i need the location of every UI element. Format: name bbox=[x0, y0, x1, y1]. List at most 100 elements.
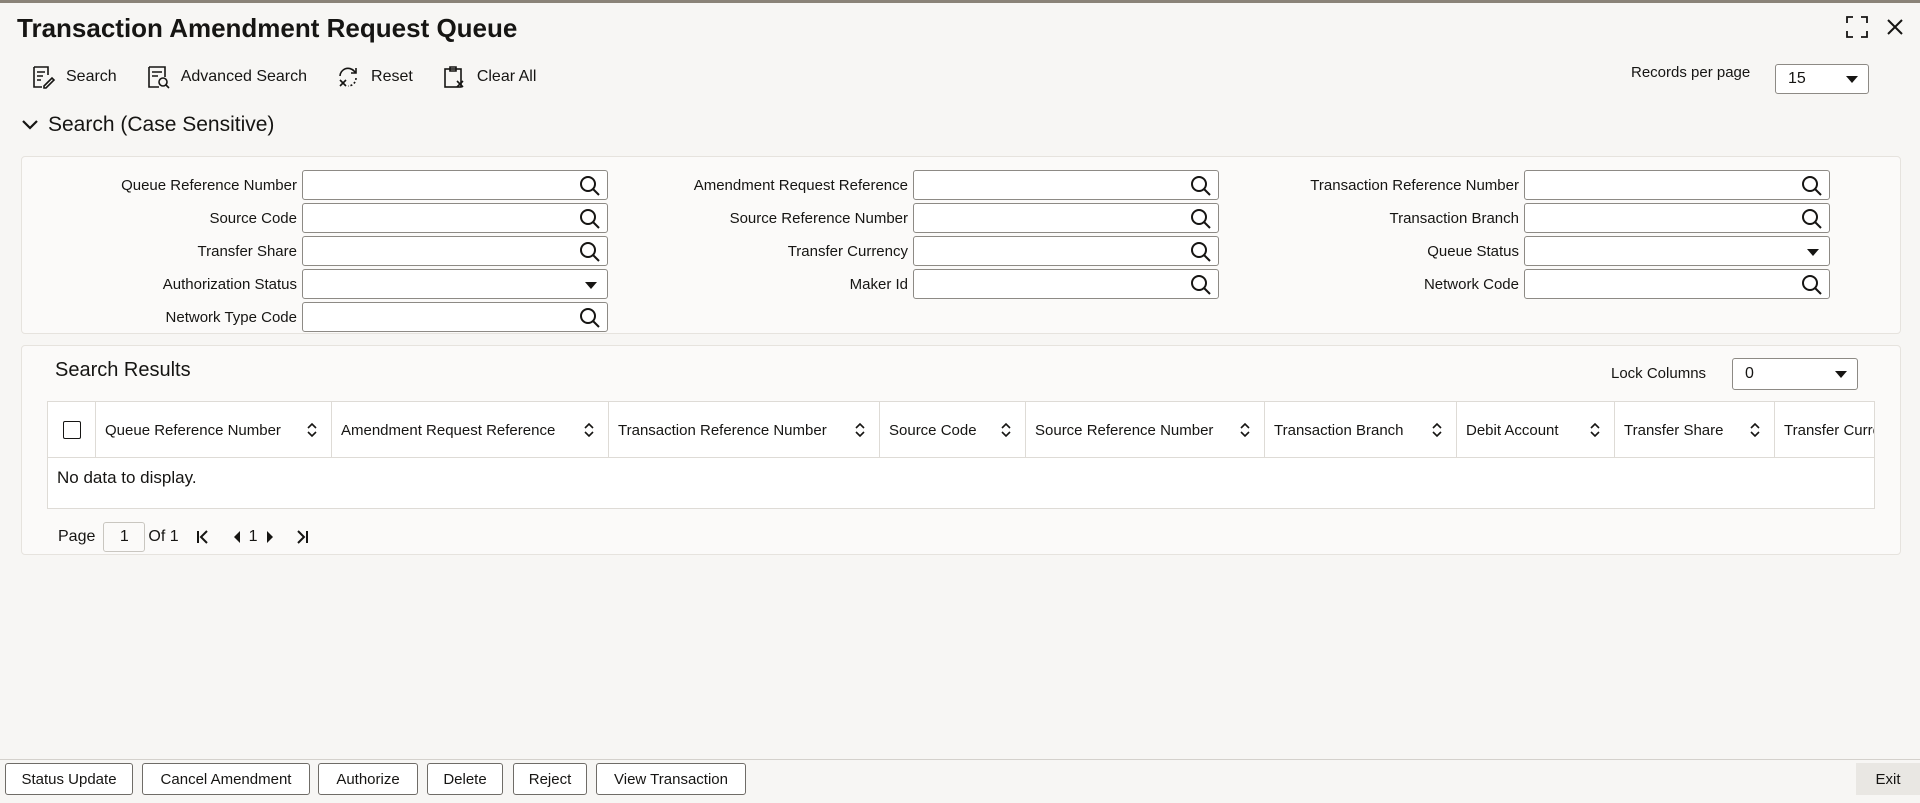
search-panel: Queue Reference Number Source Code Trans… bbox=[21, 156, 1901, 334]
status-update-button[interactable]: Status Update bbox=[5, 763, 133, 795]
search-icon[interactable] bbox=[1190, 241, 1212, 268]
close-icon[interactable] bbox=[1882, 14, 1908, 40]
records-per-page-value: 15 bbox=[1788, 70, 1806, 87]
toolbar: Search Advanced Search Reset Clear All bbox=[30, 62, 564, 92]
transfer-share-input[interactable] bbox=[302, 236, 608, 266]
sort-icon[interactable] bbox=[584, 422, 594, 442]
queue-reference-number-label: Queue Reference Number bbox=[121, 177, 297, 194]
transfer-currency-input[interactable] bbox=[913, 236, 1219, 266]
sort-icon[interactable] bbox=[855, 422, 865, 442]
current-page-number: 1 bbox=[248, 528, 258, 545]
maker-id-label: Maker Id bbox=[849, 276, 908, 293]
search-icon[interactable] bbox=[1801, 175, 1823, 202]
search-icon[interactable] bbox=[1190, 208, 1212, 235]
top-decorative-strip bbox=[0, 0, 1920, 3]
last-page-icon[interactable] bbox=[292, 526, 312, 548]
sort-icon[interactable] bbox=[307, 422, 317, 442]
search-icon[interactable] bbox=[1801, 208, 1823, 235]
sort-icon[interactable] bbox=[1240, 422, 1250, 442]
empty-table-message: No data to display. bbox=[57, 468, 197, 487]
search-results-panel: Search Results Lock Columns 0 Queue Refe… bbox=[21, 345, 1901, 555]
delete-button[interactable]: Delete bbox=[427, 763, 503, 795]
chevron-down-icon bbox=[22, 120, 38, 130]
search-icon[interactable] bbox=[579, 241, 601, 268]
page-label: Page bbox=[58, 528, 96, 545]
amendment-request-reference-label: Amendment Request Reference bbox=[693, 177, 908, 194]
reject-button[interactable]: Reject bbox=[513, 763, 587, 795]
transaction-reference-number-input[interactable] bbox=[1524, 170, 1830, 200]
network-type-code-label: Network Type Code bbox=[165, 309, 297, 326]
search-icon[interactable] bbox=[579, 307, 601, 334]
queue-reference-number-input[interactable] bbox=[302, 170, 608, 200]
chevron-down-icon bbox=[585, 282, 597, 289]
search-section-toggle[interactable]: Search (Case Sensitive) bbox=[22, 113, 274, 137]
search-results-title: Search Results bbox=[55, 359, 191, 381]
search-icon[interactable] bbox=[1801, 274, 1823, 301]
column-header-label: Transfer Curre bbox=[1784, 421, 1875, 439]
source-code-input[interactable] bbox=[302, 203, 608, 233]
cancel-amendment-button[interactable]: Cancel Amendment bbox=[142, 763, 310, 795]
lock-columns-value: 0 bbox=[1745, 365, 1754, 382]
transfer-share-label: Transfer Share bbox=[197, 243, 298, 260]
select-all-checkbox[interactable] bbox=[62, 421, 81, 439]
column-header-transfer-currency[interactable]: Transfer Curre bbox=[1775, 402, 1875, 458]
search-icon[interactable] bbox=[1190, 175, 1212, 202]
lock-columns-label: Lock Columns bbox=[1611, 365, 1707, 382]
next-page-icon[interactable] bbox=[260, 526, 280, 548]
column-header-debit-account[interactable]: Debit Account bbox=[1457, 402, 1615, 458]
lock-columns-select[interactable]: 0 bbox=[1732, 358, 1858, 390]
records-per-page-label: Records per page bbox=[1631, 64, 1751, 81]
previous-page-icon[interactable] bbox=[227, 526, 247, 548]
chevron-down-icon bbox=[1835, 371, 1847, 378]
advanced-search-button[interactable]: Advanced Search bbox=[145, 62, 307, 92]
clear-all-button[interactable]: Clear All bbox=[441, 62, 537, 92]
first-page-icon[interactable] bbox=[193, 526, 213, 548]
search-icon[interactable] bbox=[579, 175, 601, 202]
source-reference-number-input[interactable] bbox=[913, 203, 1219, 233]
sort-icon[interactable] bbox=[1590, 422, 1600, 442]
column-header-label: Transfer Share bbox=[1624, 421, 1724, 439]
network-code-input[interactable] bbox=[1524, 269, 1830, 299]
network-code-label: Network Code bbox=[1423, 276, 1519, 293]
reset-icon bbox=[339, 67, 357, 87]
authorization-status-label: Authorization Status bbox=[162, 276, 297, 293]
column-header-transaction-branch[interactable]: Transaction Branch bbox=[1265, 402, 1457, 458]
search-icon[interactable] bbox=[1190, 274, 1212, 301]
column-header-queue-reference-number[interactable]: Queue Reference Number bbox=[96, 402, 332, 458]
source-code-label: Source Code bbox=[209, 210, 297, 227]
source-reference-number-label: Source Reference Number bbox=[729, 210, 908, 227]
column-header-label: Source Code bbox=[889, 421, 977, 439]
transaction-branch-input[interactable] bbox=[1524, 203, 1830, 233]
records-per-page-select[interactable]: 15 bbox=[1775, 64, 1869, 94]
view-transaction-button[interactable]: View Transaction bbox=[596, 763, 746, 795]
advanced-search-icon bbox=[147, 66, 170, 89]
amendment-request-reference-input[interactable] bbox=[913, 170, 1219, 200]
clear-all-button-label: Clear All bbox=[476, 68, 537, 85]
column-header-label: Amendment Request Reference bbox=[341, 421, 556, 439]
column-header-label: Transaction Reference Number bbox=[618, 421, 827, 439]
sort-icon[interactable] bbox=[1750, 422, 1760, 442]
column-header-transfer-share[interactable]: Transfer Share bbox=[1615, 402, 1775, 458]
column-header-label: Debit Account bbox=[1466, 421, 1559, 439]
search-button[interactable]: Search bbox=[30, 62, 117, 92]
window-controls bbox=[1844, 14, 1908, 40]
column-header-source-code[interactable]: Source Code bbox=[880, 402, 1026, 458]
authorize-button[interactable]: Authorize bbox=[318, 763, 418, 795]
sort-icon[interactable] bbox=[1432, 422, 1442, 442]
column-header-source-reference-number[interactable]: Source Reference Number bbox=[1026, 402, 1265, 458]
column-header-label: Queue Reference Number bbox=[105, 421, 281, 439]
network-type-code-input[interactable] bbox=[302, 302, 608, 332]
sort-icon[interactable] bbox=[1001, 422, 1011, 442]
maximize-icon[interactable] bbox=[1844, 14, 1870, 40]
search-icon[interactable] bbox=[579, 208, 601, 235]
search-section-title: Search (Case Sensitive) bbox=[48, 113, 275, 136]
column-header-amendment-request-reference[interactable]: Amendment Request Reference bbox=[332, 402, 609, 458]
column-header-transaction-reference-number[interactable]: Transaction Reference Number bbox=[609, 402, 880, 458]
page-number-input[interactable]: 1 bbox=[103, 522, 146, 552]
maker-id-input[interactable] bbox=[913, 269, 1219, 299]
chevron-down-icon bbox=[1846, 76, 1858, 83]
exit-button[interactable]: Exit bbox=[1856, 763, 1920, 795]
authorization-status-select[interactable] bbox=[302, 269, 608, 299]
queue-status-select[interactable] bbox=[1524, 236, 1830, 266]
reset-button[interactable]: Reset bbox=[335, 62, 413, 92]
